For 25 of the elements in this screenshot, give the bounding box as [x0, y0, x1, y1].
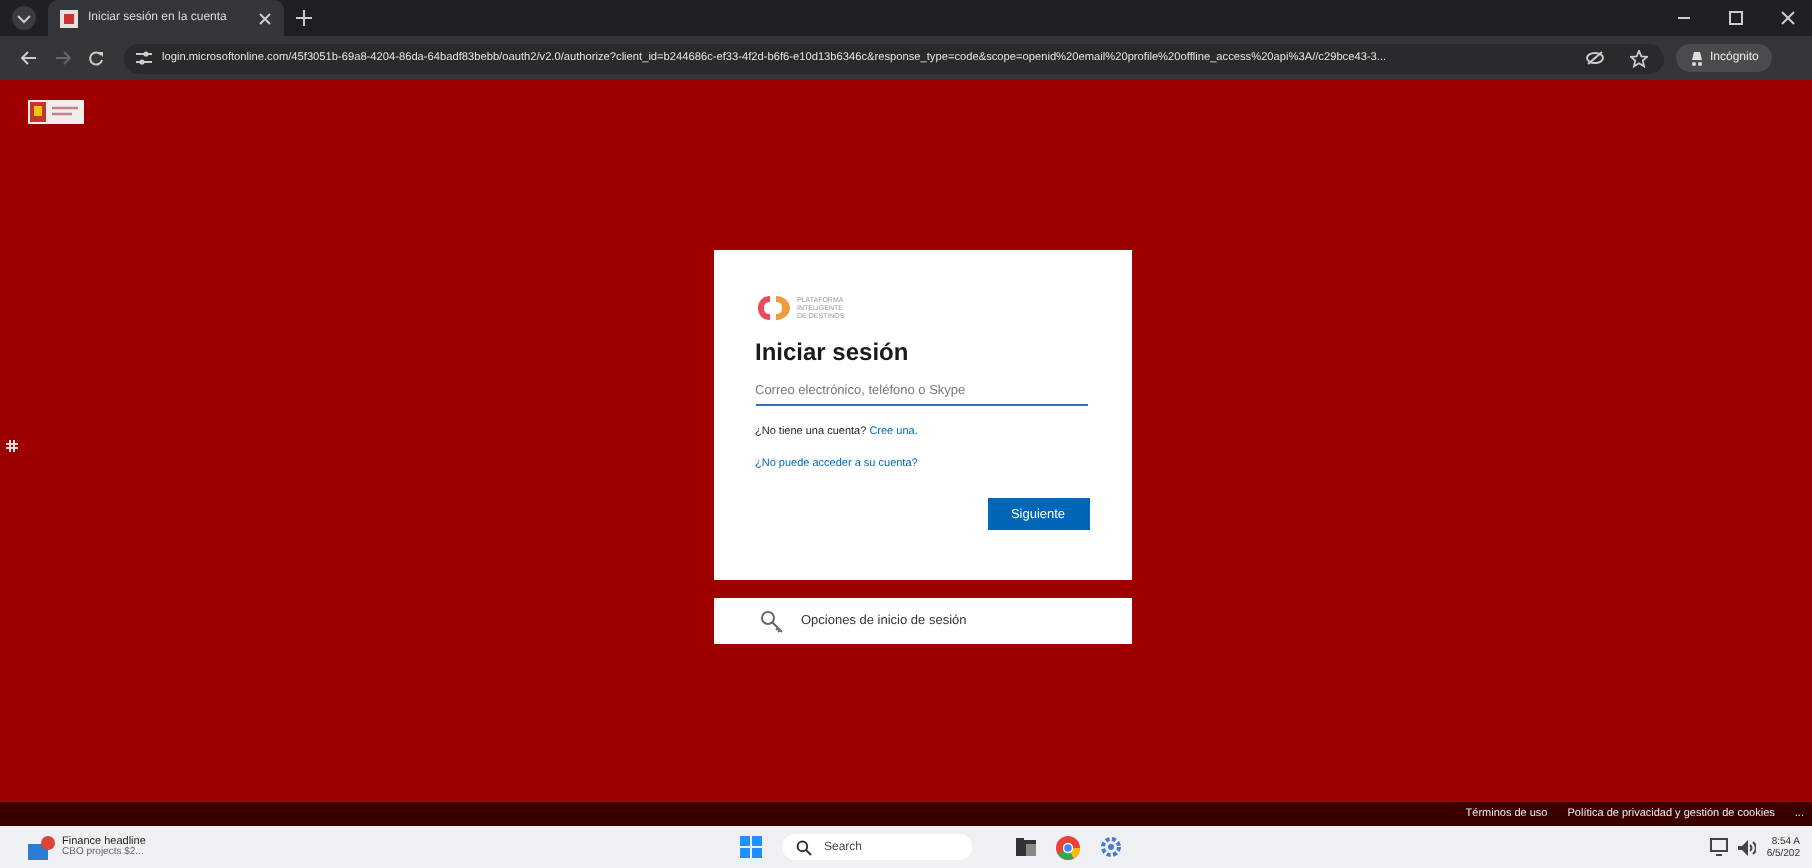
restore-icon[interactable]	[1728, 10, 1744, 26]
chevron-down-icon	[16, 10, 32, 26]
reload-icon[interactable]	[88, 50, 104, 66]
search-icon	[796, 839, 812, 855]
browser-app-icon[interactable]	[1056, 835, 1080, 859]
emblem-icon	[28, 100, 84, 124]
back-arrow-icon[interactable]	[20, 50, 38, 66]
folder-icon[interactable]	[1016, 838, 1036, 856]
sign-in-title: Iniciar sesión	[755, 338, 911, 366]
key-icon	[759, 609, 783, 633]
grid-icon	[6, 440, 18, 452]
new-tab-icon[interactable]	[296, 10, 312, 26]
close-icon[interactable]	[258, 11, 272, 25]
news-icon[interactable]	[28, 835, 56, 859]
speaker-icon[interactable]	[1738, 839, 1757, 855]
start-icon[interactable]	[740, 836, 762, 858]
site-settings-icon[interactable]	[136, 50, 152, 66]
star-icon[interactable]	[1630, 49, 1648, 67]
tab-list-button[interactable]	[12, 6, 36, 30]
incognito-icon	[1690, 51, 1704, 65]
eye-slash-icon[interactable]	[1586, 50, 1604, 66]
page-icon	[60, 9, 78, 27]
close-icon[interactable]	[1780, 10, 1796, 26]
gear-icon[interactable]	[1100, 836, 1122, 858]
brand-logo-icon	[755, 294, 791, 322]
